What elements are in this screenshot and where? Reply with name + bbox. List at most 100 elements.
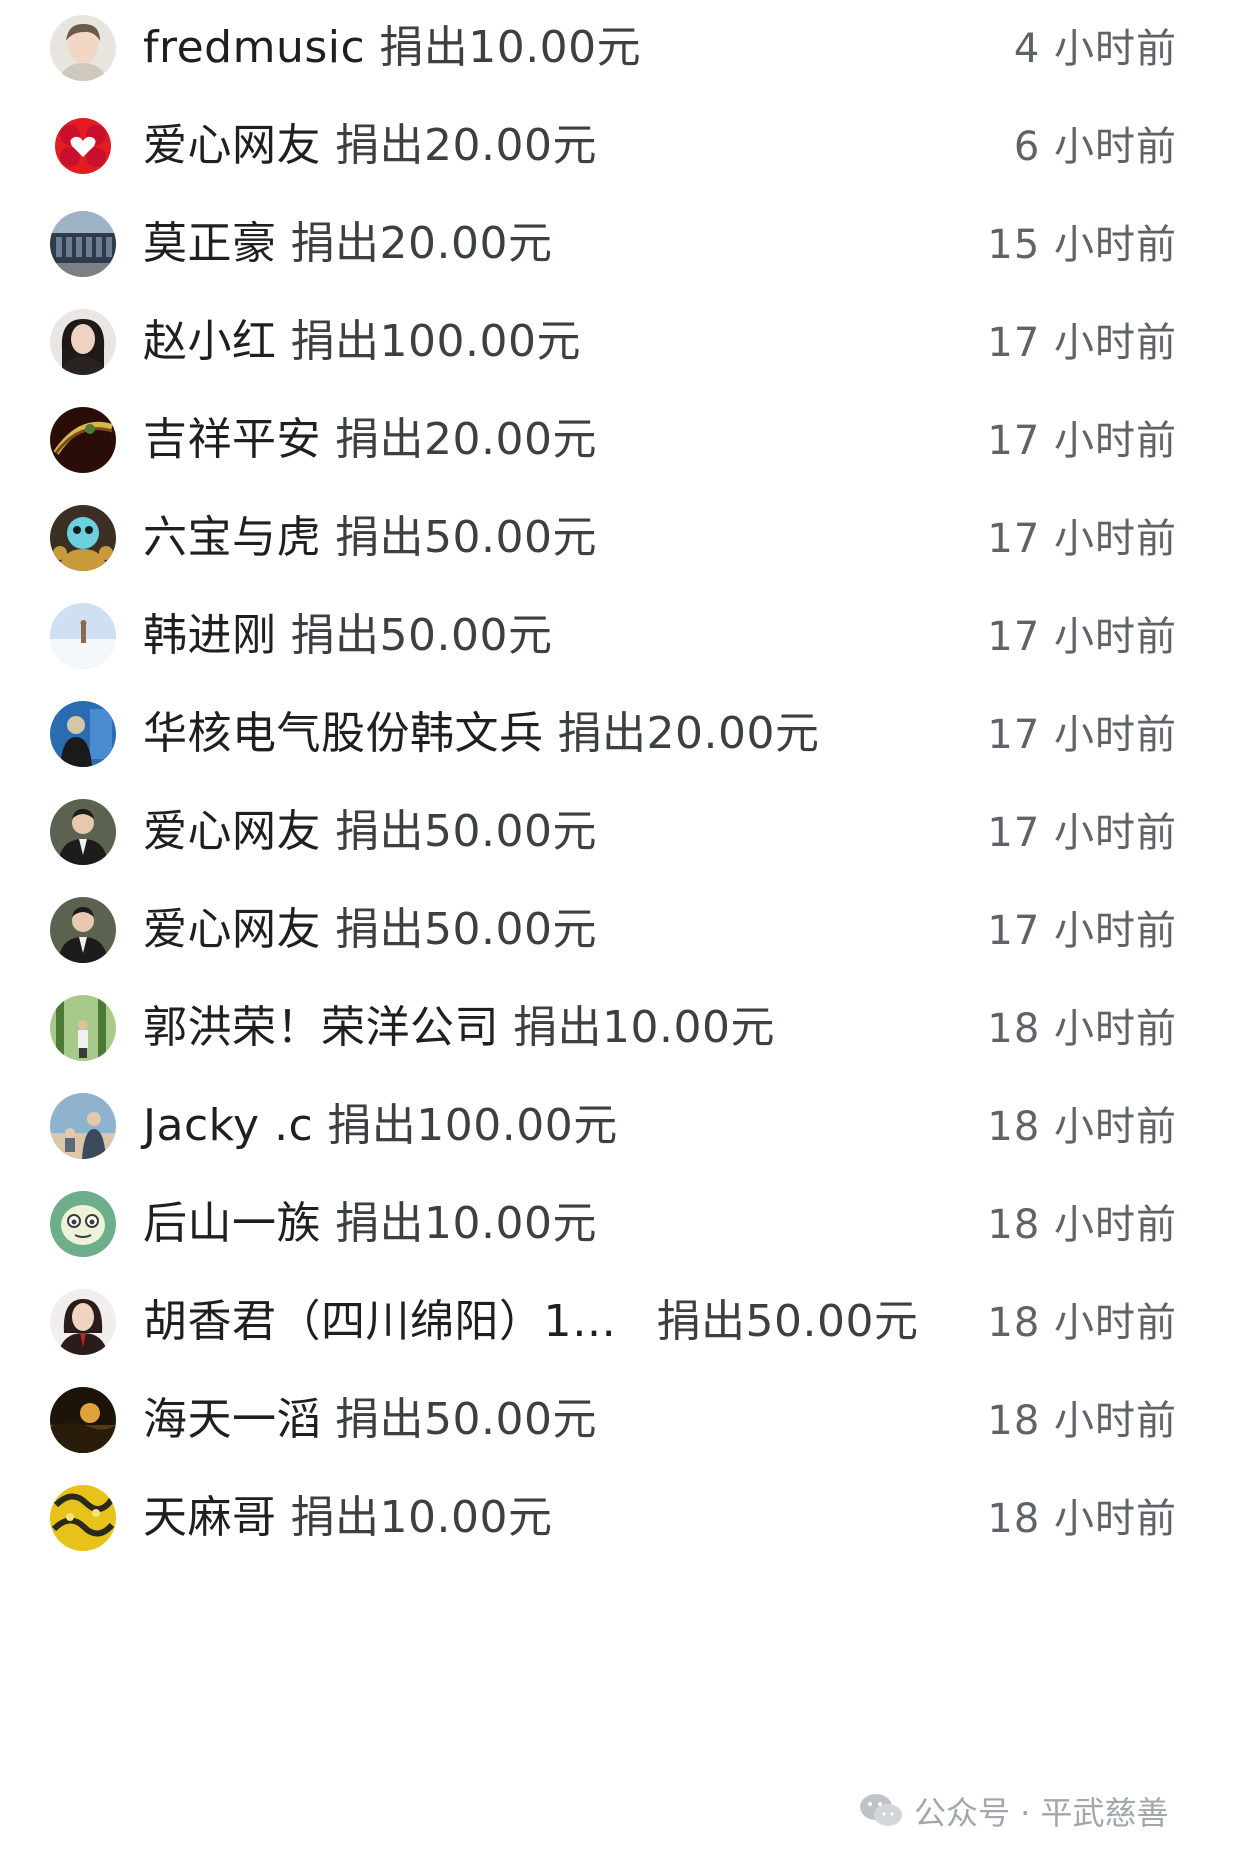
donation-text: 爱心网友 捐出20.00元 bbox=[143, 120, 597, 172]
donation-time: 18 小时前 bbox=[987, 1300, 1177, 1346]
donation-time: 17 小时前 bbox=[987, 320, 1177, 366]
people-outdoors-icon bbox=[50, 1093, 116, 1159]
avatar[interactable] bbox=[50, 897, 116, 963]
donation-text: 爱心网友 捐出50.00元 bbox=[143, 904, 597, 956]
donation-time: 17 小时前 bbox=[987, 810, 1177, 856]
donation-time: 17 小时前 bbox=[987, 418, 1177, 464]
wechat-watermark: 公众号 · 平武慈善 bbox=[858, 1786, 1169, 1836]
avatar[interactable] bbox=[50, 995, 116, 1061]
donation-text: 韩进刚 捐出50.00元 bbox=[143, 610, 552, 662]
avatar[interactable] bbox=[50, 1191, 116, 1257]
avatar[interactable] bbox=[50, 113, 116, 179]
wechat-icon bbox=[860, 1794, 902, 1826]
donor-name: 胡香君（四川绵阳）1… bbox=[143, 1296, 617, 1347]
donation-amount: 捐出50.00元 bbox=[290, 610, 553, 661]
donation-amount: 捐出10.00元 bbox=[513, 1002, 775, 1053]
donor-name: 天麻哥 bbox=[143, 1492, 277, 1543]
donation-time: 17 小时前 bbox=[987, 614, 1177, 660]
man-at-event-icon bbox=[50, 701, 116, 767]
donation-time: 18 小时前 bbox=[987, 1398, 1177, 1444]
donation-text: 吉祥平安 捐出20.00元 bbox=[143, 414, 597, 466]
avatar[interactable] bbox=[50, 309, 116, 375]
avatar[interactable] bbox=[50, 701, 116, 767]
cartoon-face-icon bbox=[50, 1191, 116, 1257]
donor-name: 海天一滔 bbox=[143, 1394, 321, 1445]
person-in-forest-icon bbox=[50, 995, 116, 1061]
portrait-woman-suit-icon bbox=[50, 1289, 116, 1355]
donation-amount: 捐出10.00元 bbox=[290, 1492, 553, 1543]
avatar[interactable] bbox=[50, 1289, 116, 1355]
donation-time: 18 小时前 bbox=[987, 1006, 1177, 1052]
donation-amount: 捐出100.00元 bbox=[327, 1100, 618, 1151]
donor-name: 吉祥平安 bbox=[143, 414, 321, 465]
red-heart-flower-logo-icon bbox=[50, 113, 116, 179]
donation-amount: 捐出50.00元 bbox=[656, 1296, 919, 1347]
donation-text: Jacky .c 捐出100.00元 bbox=[143, 1100, 618, 1152]
donation-time: 18 小时前 bbox=[987, 1496, 1177, 1542]
donation-time: 6 小时前 bbox=[1013, 124, 1177, 170]
donation-amount: 捐出50.00元 bbox=[335, 904, 597, 955]
donation-text: 莫正豪 捐出20.00元 bbox=[143, 218, 552, 270]
portrait-man-light-hair-icon bbox=[50, 15, 116, 81]
donation-amount: 捐出100.00元 bbox=[290, 316, 581, 367]
donor-name: 郭洪荣！荣洋公司 bbox=[143, 1002, 499, 1053]
avatar[interactable] bbox=[50, 407, 116, 473]
donation-text: 赵小红 捐出100.00元 bbox=[143, 316, 581, 368]
donor-name: 莫正豪 bbox=[143, 218, 277, 269]
donation-time: 17 小时前 bbox=[987, 908, 1177, 954]
donation-time: 15 小时前 bbox=[987, 222, 1177, 268]
donor-name: fredmusic bbox=[143, 22, 366, 73]
donor-name: 赵小红 bbox=[143, 316, 277, 367]
donation-amount: 捐出50.00元 bbox=[335, 806, 597, 857]
man-in-suit-icon bbox=[50, 897, 116, 963]
avatar[interactable] bbox=[50, 15, 116, 81]
donation-text: 郭洪荣！荣洋公司 捐出10.00元 bbox=[143, 1002, 775, 1054]
donation-text: 后山一族 捐出10.00元 bbox=[143, 1198, 597, 1250]
donor-name: 韩进刚 bbox=[143, 610, 277, 661]
cartoon-tiger-icon bbox=[50, 505, 116, 571]
donor-name: 六宝与虎 bbox=[143, 512, 321, 563]
avatar[interactable] bbox=[50, 505, 116, 571]
donation-row[interactable]: 天麻哥 捐出10.00元 18 小时前 bbox=[0, 1470, 1235, 1586]
donation-amount: 捐出20.00元 bbox=[335, 414, 597, 465]
donor-name: Jacky .c bbox=[143, 1100, 314, 1151]
avatar[interactable] bbox=[50, 211, 116, 277]
avatar[interactable] bbox=[50, 799, 116, 865]
avatar[interactable] bbox=[50, 1387, 116, 1453]
donation-amount: 捐出20.00元 bbox=[557, 708, 820, 759]
jade-bracelet-icon bbox=[50, 407, 116, 473]
donation-time: 4 小时前 bbox=[1013, 26, 1177, 72]
donation-amount: 捐出20.00元 bbox=[335, 120, 597, 171]
snow-landscape-icon bbox=[50, 603, 116, 669]
donation-text: 华核电气股份韩文兵 捐出20.00元 bbox=[143, 708, 819, 760]
portrait-woman-dark-hair-icon bbox=[50, 309, 116, 375]
donor-name: 华核电气股份韩文兵 bbox=[143, 708, 544, 759]
donor-name: 爱心网友 bbox=[143, 806, 321, 857]
donation-text: 天麻哥 捐出10.00元 bbox=[143, 1492, 552, 1544]
donation-time: 18 小时前 bbox=[987, 1104, 1177, 1150]
avatar[interactable] bbox=[50, 1093, 116, 1159]
avatar[interactable] bbox=[50, 1485, 116, 1551]
donation-time: 17 小时前 bbox=[987, 516, 1177, 562]
donation-text: 六宝与虎 捐出50.00元 bbox=[143, 512, 597, 564]
donation-amount: 捐出10.00元 bbox=[379, 22, 642, 73]
donation-text: 爱心网友 捐出50.00元 bbox=[143, 806, 597, 858]
donor-name: 爱心网友 bbox=[143, 120, 321, 171]
donation-time: 18 小时前 bbox=[987, 1202, 1177, 1248]
building-photo-icon bbox=[50, 211, 116, 277]
donation-text: fredmusic 捐出10.00元 bbox=[143, 22, 641, 74]
watermark-text: 公众号 · 平武慈善 bbox=[914, 1794, 1169, 1832]
donation-time: 17 小时前 bbox=[987, 712, 1177, 758]
donor-name: 爱心网友 bbox=[143, 904, 321, 955]
donation-text: 海天一滔 捐出50.00元 bbox=[143, 1394, 597, 1446]
yellow-snake-pattern-icon bbox=[50, 1485, 116, 1551]
donation-amount: 捐出50.00元 bbox=[335, 512, 597, 563]
man-in-suit-icon bbox=[50, 799, 116, 865]
donation-amount: 捐出50.00元 bbox=[335, 1394, 597, 1445]
donation-amount: 捐出10.00元 bbox=[335, 1198, 597, 1249]
donation-amount: 捐出20.00元 bbox=[290, 218, 553, 269]
donor-name: 后山一族 bbox=[143, 1198, 321, 1249]
avatar[interactable] bbox=[50, 603, 116, 669]
sunset-landscape-icon bbox=[50, 1387, 116, 1453]
donation-text: 胡香君（四川绵阳）1… 捐出50.00元 bbox=[143, 1296, 918, 1348]
